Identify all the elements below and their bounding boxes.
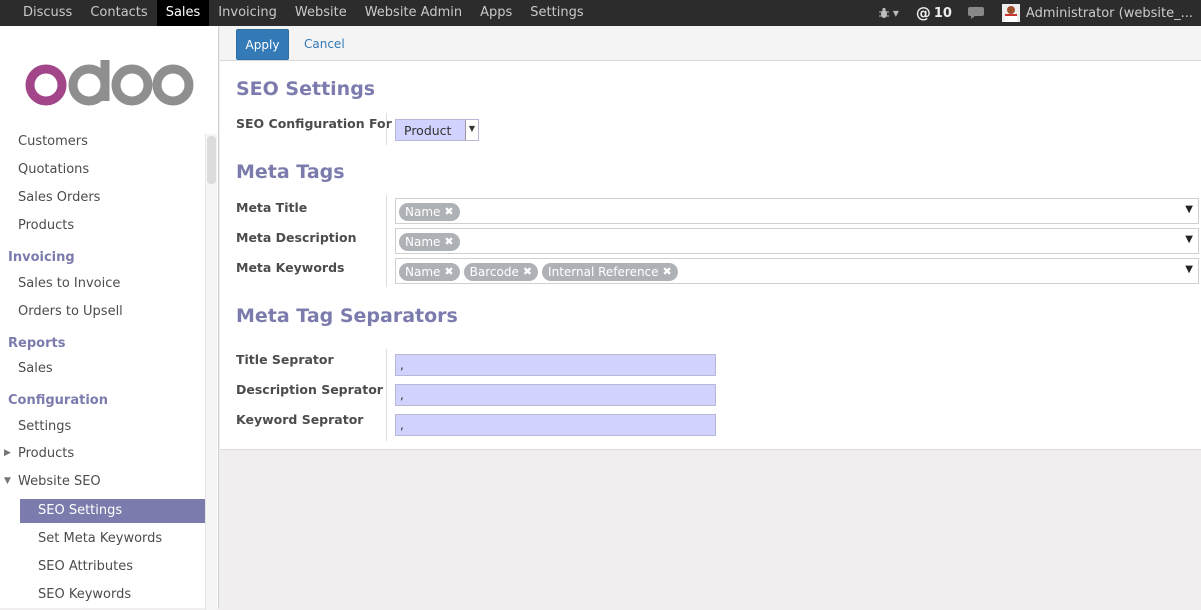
debug-menu[interactable]: ▾ (878, 6, 902, 20)
description-separator-input[interactable] (395, 384, 716, 406)
sidebar: Customers Quotations Sales Orders Produc… (0, 26, 219, 610)
menu-contacts[interactable]: Contacts (81, 0, 156, 26)
menu-sales[interactable]: Sales (156, 0, 210, 26)
sidebar-header-invoicing[interactable]: Invoicing (8, 250, 75, 265)
sidebar-item-sales-report[interactable]: Sales (18, 357, 53, 381)
scrollbar-thumb[interactable] (207, 136, 216, 184)
sidebar-item-config-products[interactable]: Products (18, 442, 74, 466)
sidebar-item-products[interactable]: Products (18, 214, 74, 238)
menu-apps[interactable]: Apps (471, 0, 521, 26)
avatar (1001, 4, 1020, 22)
tag: Name ✖ (399, 233, 460, 251)
caret-down-icon[interactable]: ▼ (1185, 234, 1193, 245)
menu-website-admin[interactable]: Website Admin (356, 0, 471, 26)
remove-tag-icon[interactable]: ✖ (444, 233, 453, 251)
sidebar-item-quotations[interactable]: Quotations (18, 158, 89, 182)
sidebar-header-configuration[interactable]: Configuration (8, 393, 108, 408)
seo-config-label: SEO Configuration For (236, 116, 392, 131)
sidebar-item-settings[interactable]: Settings (18, 415, 71, 439)
top-navbar: Discuss Contacts Sales Invoicing Website… (0, 0, 1201, 26)
divider (386, 349, 387, 441)
remove-tag-icon[interactable]: ✖ (523, 263, 532, 281)
control-panel: Apply Cancel (220, 26, 1201, 61)
sidebar-item-set-meta-keywords[interactable]: Set Meta Keywords (38, 527, 162, 551)
sidebar-item-orders-to-upsell[interactable]: Orders to Upsell (18, 300, 123, 324)
bug-icon (878, 7, 889, 18)
mention-count: 10 (933, 5, 952, 21)
menu-discuss[interactable]: Discuss (14, 0, 81, 26)
tag: Internal Reference ✖ (542, 263, 678, 281)
tag: Name ✖ (399, 263, 460, 281)
chat-icon[interactable] (967, 6, 986, 20)
sidebar-header-reports[interactable]: Reports (8, 336, 65, 351)
caret-down-icon[interactable]: ▼ (4, 476, 11, 486)
caret-right-icon[interactable]: ▶ (4, 448, 11, 458)
section-title-seo-settings: SEO Settings (236, 78, 376, 100)
sidebar-item-seo-attributes[interactable]: SEO Attributes (38, 555, 133, 579)
remove-tag-icon[interactable]: ✖ (444, 263, 453, 281)
form-sheet: SEO Settings SEO Configuration For Produ… (220, 61, 1201, 450)
divider (386, 113, 387, 145)
caret-down-icon: ▾ (892, 6, 899, 20)
sidebar-item-website-seo[interactable]: Website SEO (18, 470, 101, 494)
cancel-button[interactable]: Cancel (304, 37, 345, 51)
menu-invoicing[interactable]: Invoicing (209, 0, 286, 26)
chevron-down-icon[interactable]: ▼ (465, 120, 478, 140)
sidebar-item-sales-orders[interactable]: Sales Orders (18, 186, 100, 210)
sidebar-scrollbar[interactable] (205, 134, 217, 610)
sidebar-item-customers[interactable]: Customers (18, 130, 88, 154)
divider (386, 195, 387, 287)
meta-description-label: Meta Description (236, 230, 357, 245)
tag: Name ✖ (399, 203, 460, 221)
menu-settings[interactable]: Settings (521, 0, 592, 26)
odoo-logo (25, 60, 194, 106)
sidebar-item-sales-to-invoice[interactable]: Sales to Invoice (18, 272, 120, 296)
mentions-counter[interactable]: @ 10 (916, 4, 952, 22)
meta-title-label: Meta Title (236, 200, 308, 215)
seo-config-select[interactable]: Product ▼ (395, 119, 479, 141)
sidebar-item-seo-keywords[interactable]: SEO Keywords (38, 583, 131, 607)
meta-keywords-field[interactable]: Name ✖ Barcode ✖ Internal Reference ✖ ▼ (395, 258, 1199, 284)
keyword-separator-input[interactable] (395, 414, 716, 436)
apply-button[interactable]: Apply (236, 29, 289, 60)
title-separator-label: Title Seprator (236, 352, 334, 367)
title-separator-input[interactable] (395, 354, 716, 376)
main-content: Apply Cancel SEO Settings SEO Configurat… (220, 26, 1201, 450)
seo-config-value: Product (404, 123, 452, 138)
description-separator-label: Description Seprator (236, 382, 383, 397)
meta-description-field[interactable]: Name ✖ ▼ (395, 228, 1199, 254)
keyword-separator-label: Keyword Seprator (236, 412, 364, 427)
user-name: Administrator (website_... (1025, 5, 1193, 21)
tag: Barcode ✖ (463, 263, 539, 281)
section-title-separators: Meta Tag Separators (236, 305, 458, 327)
caret-down-icon[interactable]: ▼ (1185, 264, 1193, 275)
at-icon: @ (915, 4, 931, 22)
meta-keywords-label: Meta Keywords (236, 260, 345, 275)
sidebar-item-seo-settings[interactable]: SEO Settings (20, 499, 205, 523)
remove-tag-icon[interactable]: ✖ (663, 263, 672, 281)
meta-title-field[interactable]: Name ✖ ▼ (395, 198, 1199, 224)
remove-tag-icon[interactable]: ✖ (444, 203, 453, 221)
caret-down-icon[interactable]: ▼ (1185, 204, 1193, 215)
user-menu[interactable]: Administrator (website_... (1001, 4, 1193, 22)
menu-website[interactable]: Website (286, 0, 356, 26)
main-menu: Discuss Contacts Sales Invoicing Website… (14, 0, 593, 26)
section-title-meta-tags: Meta Tags (236, 161, 345, 183)
